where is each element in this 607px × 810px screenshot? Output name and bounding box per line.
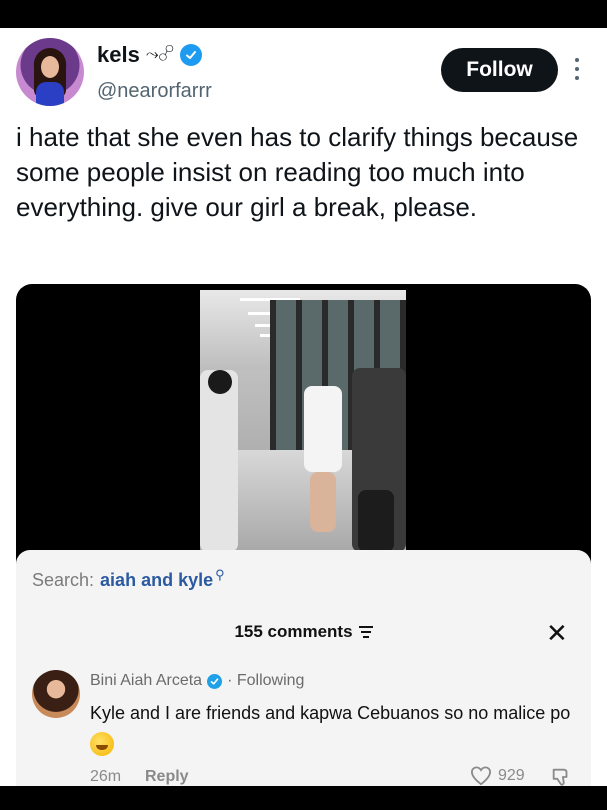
sort-filter-icon[interactable] (358, 626, 373, 638)
follow-button[interactable]: Follow (441, 48, 558, 92)
video-person-left (200, 370, 238, 552)
tweet-text: i hate that she even has to clarify thin… (16, 122, 579, 222)
comments-count-row: 155 comments (16, 622, 591, 642)
video-luggage (358, 490, 394, 552)
comments-count: 155 comments (234, 622, 353, 641)
author-handle[interactable]: @nearorfarrr (97, 80, 212, 103)
reply-button[interactable]: Reply (145, 768, 189, 786)
verified-badge-icon (179, 44, 202, 66)
commenter-name[interactable]: Bini Aiah Arceta (90, 672, 202, 690)
search-query-link[interactable]: aiah and kyle (100, 570, 213, 591)
following-label: · Following (227, 672, 305, 689)
comments-panel: Search: aiah and kyle ⚲ 155 comments ✕ B… (16, 550, 591, 786)
search-label: Search: (32, 570, 95, 590)
commenter-verified-icon (207, 673, 223, 689)
author-name[interactable]: kels (97, 42, 140, 68)
comments-search[interactable]: Search: aiah and kyle ⚲ (32, 567, 225, 591)
avatar-face (41, 56, 59, 78)
comment-body: Kyle and I are friends and kapwa Cebuano… (90, 703, 571, 723)
comment-text: Kyle and I are friends and kapwa Cebuano… (90, 698, 580, 758)
video-person-left-head (208, 370, 232, 394)
comment-time: 26m (90, 768, 122, 785)
comment-meta: Bini Aiah Arceta · Following (90, 672, 304, 690)
video-person-center (304, 386, 342, 472)
commenter-avatar[interactable] (32, 670, 80, 718)
author-avatar[interactable] (16, 38, 84, 106)
close-icon[interactable]: ✕ (546, 618, 568, 649)
tweet-card: kels ⤳☍ @nearorfarrr Follow i hate that … (0, 28, 607, 786)
bottom-bar (0, 786, 607, 810)
search-icon[interactable]: ⚲ (215, 567, 225, 583)
dislike-icon (552, 768, 568, 786)
video-person-center-legs (310, 472, 336, 532)
status-bar (0, 0, 607, 28)
author-name-row[interactable]: kels ⤳☍ (97, 40, 202, 70)
avatar-dress (36, 82, 64, 106)
like-count: 929 (498, 767, 525, 784)
more-options-icon[interactable] (571, 58, 583, 86)
video-frame[interactable] (200, 290, 406, 552)
hugging-face-emoji-icon (90, 732, 114, 757)
like-button[interactable]: 929 (470, 766, 525, 786)
author-name-glyph: ⤳☍ (145, 46, 174, 63)
heart-icon (470, 766, 492, 786)
